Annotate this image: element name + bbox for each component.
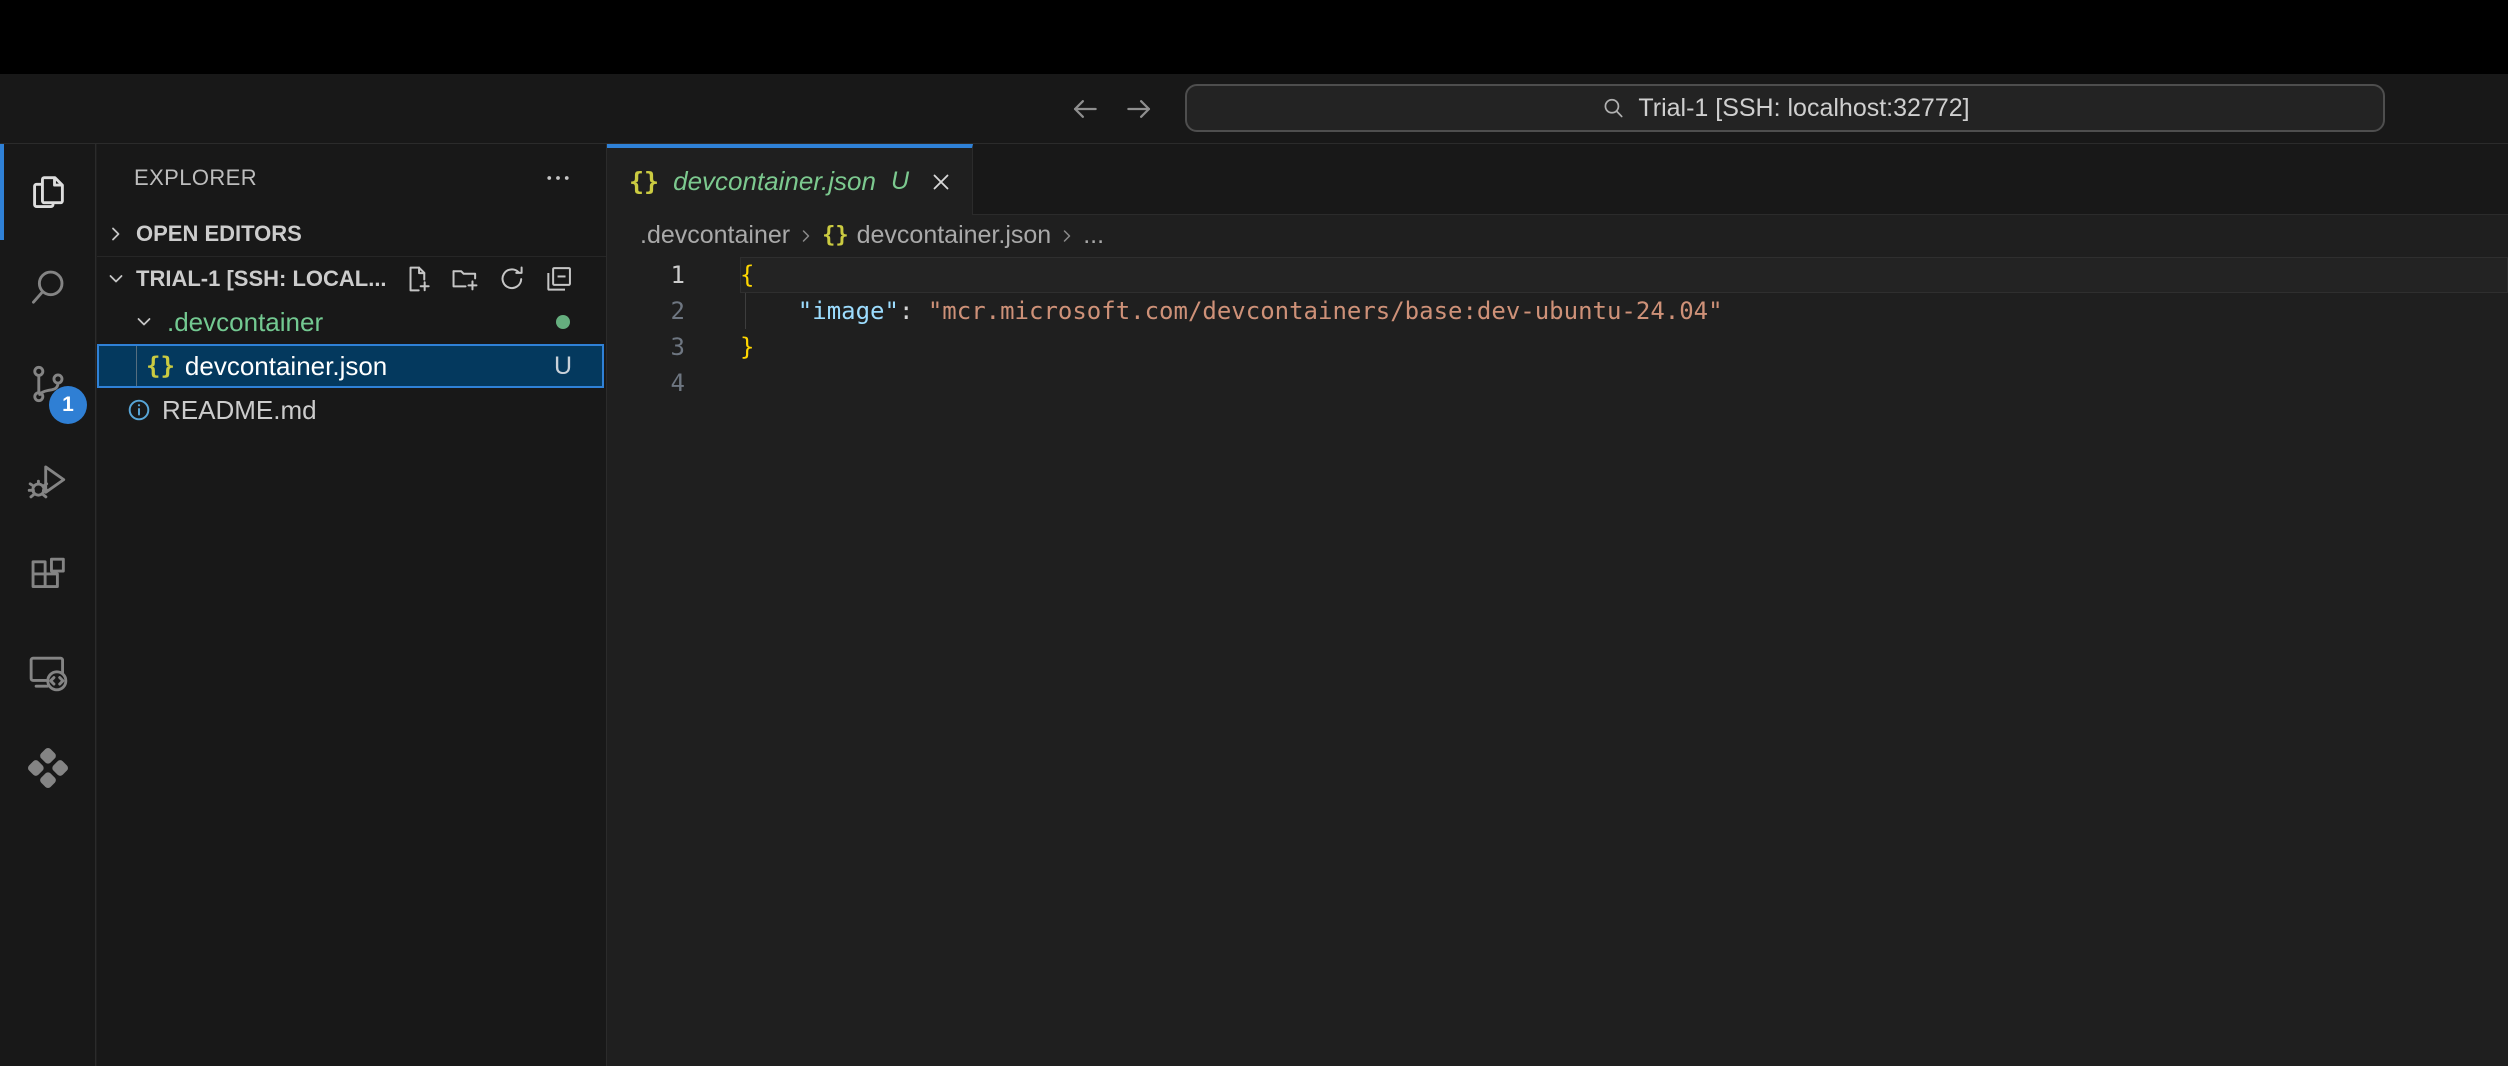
tab-label: devcontainer.json — [673, 166, 876, 197]
colon-token: : — [899, 297, 928, 325]
git-untracked-badge: U — [554, 352, 572, 381]
containers-icon — [24, 744, 72, 792]
new-file-button[interactable] — [402, 263, 434, 295]
extensions-icon — [25, 553, 71, 599]
search-icon — [1600, 95, 1626, 121]
remote-explorer-icon — [25, 649, 71, 695]
line-number[interactable]: 1 — [607, 257, 740, 293]
activity-item-containers[interactable] — [0, 720, 96, 816]
refresh-button[interactable] — [496, 263, 528, 295]
back-button[interactable] — [1068, 92, 1102, 126]
indent-token — [740, 297, 798, 325]
folder-label: .devcontainer — [167, 307, 323, 338]
source-control-badge: 1 — [49, 386, 87, 424]
command-center-search[interactable]: Trial-1 [SSH: localhost:32772] — [1185, 84, 2385, 132]
tree-indent-guide — [136, 346, 137, 386]
workspace-section[interactable]: TRIAL-1 [SSH: LOCAL... — [97, 256, 606, 300]
vscode-window: Trial-1 [SSH: localhost:32772] 1 — [0, 0, 2508, 1066]
files-icon — [25, 169, 71, 215]
breadcrumbs: .devcontainer {} devcontainer.json ... — [607, 214, 2508, 257]
collapse-folders-button[interactable] — [543, 263, 575, 295]
modified-contents-dot — [556, 315, 570, 329]
json-file-icon: {} — [629, 167, 659, 196]
breadcrumb-symbol[interactable]: ... — [1083, 221, 1104, 250]
explorer-sidebar: EXPLORER OPEN EDITORS TRIAL-1 [SSH: LOCA… — [97, 144, 607, 1066]
refresh-icon — [496, 263, 528, 295]
open-editors-section[interactable]: OPEN EDITORS — [97, 212, 606, 256]
string-token: "mcr.microsoft.com/devcontainers/base:de… — [928, 297, 1723, 325]
activity-item-explorer[interactable] — [0, 144, 96, 240]
title-bar: Trial-1 [SSH: localhost:32772] — [0, 74, 2508, 144]
chevron-down-icon — [104, 267, 128, 291]
arrow-left-icon — [1068, 92, 1102, 126]
chevron-down-icon — [132, 310, 156, 334]
tree-item-devcontainer-folder[interactable]: .devcontainer — [97, 300, 606, 344]
sidebar-header: EXPLORER — [97, 144, 606, 212]
code-editor[interactable]: 1 { 2 "image": "mcr.microsoft.com/devcon… — [607, 257, 2508, 1066]
history-navigation — [1068, 74, 1156, 143]
breadcrumb-folder[interactable]: .devcontainer — [640, 221, 790, 250]
activity-item-extensions[interactable] — [0, 528, 96, 624]
forward-button[interactable] — [1122, 92, 1156, 126]
command-center-label: Trial-1 [SSH: localhost:32772] — [1638, 94, 1969, 123]
search-icon — [25, 265, 71, 311]
breadcrumb-file[interactable]: devcontainer.json — [857, 221, 1052, 250]
editor-group: {} devcontainer.json U .devcontainer {} … — [607, 144, 2508, 1066]
close-icon — [928, 169, 954, 195]
file-label: README.md — [162, 395, 317, 426]
code-text: } — [740, 329, 754, 365]
code-text: { — [740, 257, 754, 293]
debug-icon — [25, 457, 71, 503]
tab-close-button[interactable] — [928, 169, 954, 195]
code-line: 2 "image": "mcr.microsoft.com/devcontain… — [607, 293, 2508, 329]
sidebar-title: EXPLORER — [134, 144, 257, 212]
activity-item-source-control[interactable]: 1 — [0, 336, 96, 432]
system-top-strip — [0, 0, 2508, 74]
code-line: 4 — [607, 365, 2508, 401]
open-brace-token: { — [740, 261, 754, 289]
arrow-right-icon — [1122, 92, 1156, 126]
activity-item-run-debug[interactable] — [0, 432, 96, 528]
ellipsis-icon — [543, 163, 573, 193]
tab-git-badge: U — [891, 167, 909, 196]
tree-item-devcontainer-json[interactable]: {} devcontainer.json U — [97, 344, 604, 388]
close-brace-token: } — [740, 333, 754, 361]
breadcrumb-separator-icon — [1057, 226, 1077, 246]
line-number[interactable]: 3 — [607, 329, 740, 365]
file-label: devcontainer.json — [185, 351, 387, 382]
tree-item-readme[interactable]: README.md — [97, 388, 606, 432]
line-number[interactable]: 4 — [607, 365, 740, 401]
more-actions-button[interactable] — [541, 162, 575, 194]
collapse-all-icon — [543, 263, 575, 295]
breadcrumb-separator-icon — [796, 226, 816, 246]
open-editors-label: OPEN EDITORS — [136, 221, 302, 247]
json-file-icon: {} — [146, 352, 175, 380]
key-token: "image" — [798, 297, 899, 325]
new-file-icon — [402, 263, 434, 295]
workspace-label: TRIAL-1 [SSH: LOCAL... — [136, 266, 387, 292]
code-line: 3 } — [607, 329, 2508, 365]
new-folder-icon — [449, 263, 481, 295]
activity-item-search[interactable] — [0, 240, 96, 336]
new-folder-button[interactable] — [449, 263, 481, 295]
activity-item-remote-explorer[interactable] — [0, 624, 96, 720]
code-text: "image": "mcr.microsoft.com/devcontainer… — [740, 293, 1723, 329]
chevron-right-icon — [104, 222, 128, 246]
tab-devcontainer-json[interactable]: {} devcontainer.json U — [607, 144, 973, 215]
readme-info-icon — [126, 397, 152, 423]
json-file-icon: {} — [822, 223, 849, 248]
line-number[interactable]: 2 — [607, 293, 740, 329]
code-line: 1 { — [607, 257, 2508, 293]
explorer-actions — [402, 257, 575, 301]
activity-bar: 1 — [0, 144, 96, 1066]
tab-strip: {} devcontainer.json U — [607, 144, 2508, 215]
